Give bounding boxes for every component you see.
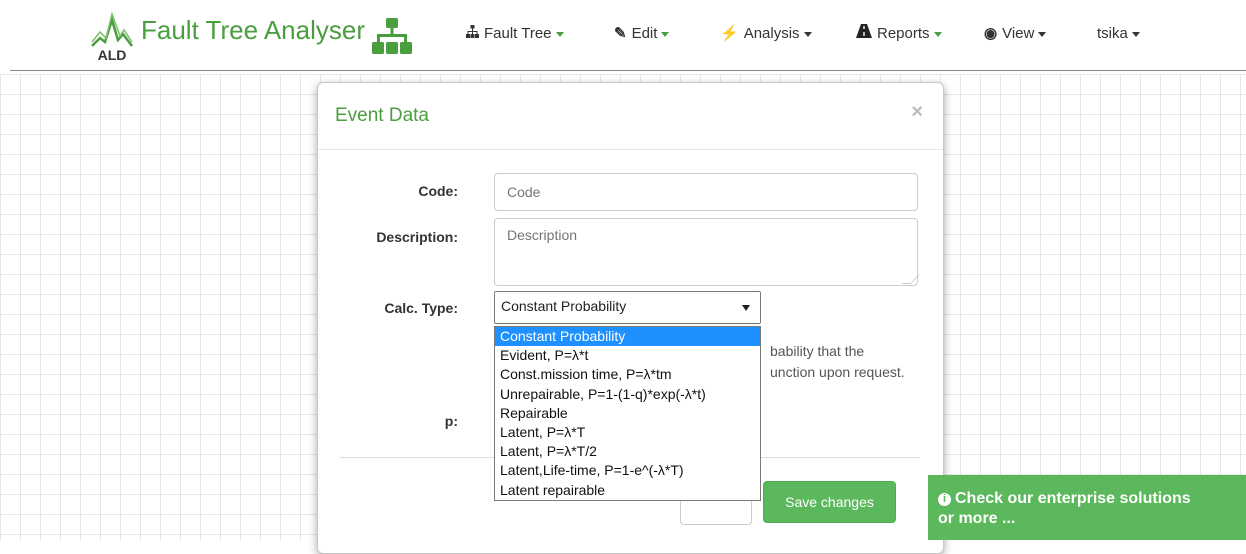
menu-view-label: View (1002, 25, 1035, 42)
calc-type-label: Calc. Type: (384, 300, 458, 316)
help-line-2: unction upon request. (770, 364, 905, 380)
info-icon: i (938, 493, 951, 506)
edit-icon: ✎ (614, 25, 627, 42)
promo-line-1: Check our enterprise solutions (955, 490, 1191, 507)
calc-type-dropdown-list: Constant Probability Evident, P=λ*t Cons… (494, 326, 761, 501)
modal-header-divider (318, 149, 943, 150)
code-label: Code: (418, 183, 458, 199)
calc-option[interactable]: Latent, P=λ*T (495, 423, 760, 442)
sitemap-icon (466, 24, 479, 44)
calc-option[interactable]: Evident, P=λ*t (495, 346, 760, 365)
user-name: tsika (1097, 25, 1128, 42)
calc-option[interactable]: Repairable (495, 404, 760, 423)
menu-fault-tree-label: Fault Tree (484, 25, 552, 42)
fault-tree-logo-icon (372, 18, 412, 54)
enterprise-promo-banner[interactable]: i Check our enterprise solutions or more … (928, 475, 1246, 540)
menu-view[interactable]: ◉ View (984, 24, 1047, 44)
menu-reports-label: Reports (877, 25, 930, 42)
p-label: p: (444, 413, 458, 429)
description-input[interactable] (494, 218, 918, 286)
promo-line-2: or more ... (938, 510, 1016, 527)
ald-logo-icon[interactable]: ALD (90, 12, 134, 62)
calc-type-help-text: bability that the unction upon request. (770, 341, 905, 383)
calc-option[interactable]: Latent repairable (495, 481, 760, 500)
menu-fault-tree[interactable]: Fault Tree (466, 24, 564, 44)
description-label: Description: (376, 229, 458, 245)
eye-icon: ◉ (984, 25, 998, 42)
dropdown-arrow-icon (742, 305, 750, 311)
road-icon (856, 24, 872, 44)
modal-title: Event Data (335, 105, 429, 126)
menu-analysis[interactable]: ⚡ Analysis (720, 24, 812, 44)
chevron-down-icon (555, 31, 564, 37)
menu-edit-label: Edit (631, 25, 658, 42)
calc-option[interactable]: Const.mission time, P=λ*tm (495, 365, 760, 384)
save-changes-button[interactable]: Save changes (763, 481, 896, 523)
logo-text: ALD (98, 47, 127, 62)
chevron-down-icon (933, 31, 942, 37)
navbar: ALD Fault Tree Analyser Fault Tree ✎ Edit… (0, 0, 1246, 70)
calc-option[interactable]: Latent,Life-time, P=1-e^(-λ*T) (495, 461, 760, 480)
close-icon[interactable]: × (911, 101, 923, 124)
chevron-down-icon (803, 31, 812, 37)
menu-edit[interactable]: ✎ Edit (614, 24, 670, 44)
menu-reports[interactable]: Reports (856, 24, 942, 44)
app-title[interactable]: Fault Tree Analyser (141, 12, 365, 48)
code-input[interactable] (494, 173, 918, 211)
calc-option[interactable]: Constant Probability (495, 327, 760, 347)
calc-option[interactable]: Unrepairable, P=1-(1-q)*exp(-λ*t) (495, 385, 760, 404)
chevron-down-icon (661, 31, 670, 37)
event-data-modal: Event Data × Code: Description: Calc. Ty… (317, 82, 944, 554)
help-line-1: bability that the (770, 343, 865, 359)
chevron-down-icon (1131, 31, 1140, 37)
calc-type-selected-value: Constant Probability (501, 298, 627, 314)
bolt-icon: ⚡ (720, 25, 739, 42)
calc-option[interactable]: Latent, P=λ*T/2 (495, 442, 760, 461)
calc-type-select[interactable]: Constant Probability (494, 291, 761, 324)
menu-user[interactable]: tsika (1097, 24, 1140, 44)
chevron-down-icon (1038, 31, 1047, 37)
menu-analysis-label: Analysis (743, 25, 800, 42)
